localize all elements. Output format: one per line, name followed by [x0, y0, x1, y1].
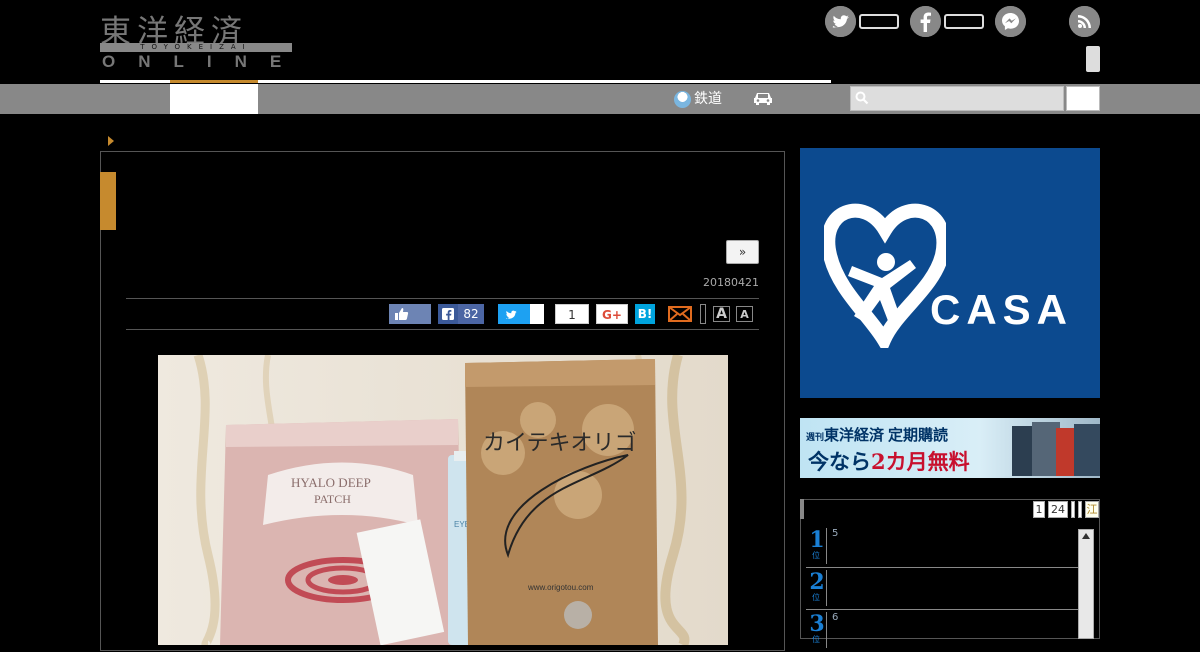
rank-divider: [826, 528, 827, 564]
facebook-follow[interactable]: [910, 6, 990, 38]
ranking-item[interactable]: 2 位: [806, 568, 1078, 610]
rss-link[interactable]: [1069, 6, 1101, 38]
mail-icon: [668, 306, 692, 322]
search-icon: [855, 91, 869, 105]
facebook-share-button[interactable]: 82: [438, 304, 484, 324]
subscription-offer: 今なら2カ月無料: [808, 446, 970, 476]
rank-divider: [826, 570, 827, 606]
rank-divider: [826, 612, 827, 648]
subscription-offer-prefix: 今なら: [808, 449, 871, 474]
messenger-share[interactable]: [995, 6, 1027, 38]
breadcrumb-arrow-icon: [108, 136, 114, 146]
messenger-icon[interactable]: [995, 6, 1026, 37]
rss-icon[interactable]: [1069, 6, 1100, 37]
font-size-small-button[interactable]: A: [736, 306, 753, 322]
article-photo: HYALO DEEP PATCH EYE KIRARI カイテキオリゴ www.…: [158, 355, 728, 645]
google-plus-button[interactable]: G+: [596, 304, 628, 324]
pocket-button[interactable]: 1: [555, 304, 589, 324]
next-page-button[interactable]: »: [726, 240, 759, 264]
magazine-covers: [1012, 422, 1100, 476]
share-bar-top-rule: [126, 298, 759, 299]
rank-text: 5: [832, 528, 839, 539]
ranking-scrollbar[interactable]: [1078, 529, 1094, 639]
twitter-share-button[interactable]: [498, 304, 544, 324]
train-icon: [674, 90, 691, 108]
casa-ad-banner[interactable]: CASA: [800, 148, 1100, 398]
nav-tab-active[interactable]: [170, 84, 258, 114]
product3-url: www.origotou.com: [527, 583, 594, 592]
twitter-count-box: [859, 14, 899, 29]
rank-number: 1: [809, 527, 825, 553]
facebook-count-box: [944, 14, 984, 29]
car-icon[interactable]: [752, 90, 774, 106]
facebook-share-icon: [438, 304, 458, 324]
subscription-suffix: 定期購読: [888, 426, 949, 444]
subscription-headline: 週刊東洋経済 定期購読: [806, 424, 948, 445]
share-bar-bottom-rule: [126, 329, 759, 330]
rank-number: 2: [809, 569, 825, 595]
ranking-tab-last[interactable]: 江: [1085, 501, 1099, 518]
share-extra-button[interactable]: [700, 304, 706, 324]
product1-name: HYALO DEEP: [291, 475, 371, 490]
rank-suffix: 位: [812, 593, 820, 602]
twitter-share-icon: [506, 310, 517, 319]
twitter-share-count-box: [528, 304, 544, 324]
active-tab-accent: [170, 80, 258, 83]
ranking-tab-4[interactable]: [1078, 501, 1082, 518]
logo-romaji: TOYOKEIZAI: [100, 43, 292, 52]
mail-share-button[interactable]: [668, 304, 692, 324]
product1-subname: PATCH: [314, 492, 351, 506]
pocket-count: 1: [568, 308, 576, 322]
hatena-bookmark-button[interactable]: B!: [635, 304, 655, 324]
title-accent-bar: [100, 172, 116, 230]
twitter-icon[interactable]: [825, 6, 856, 37]
rank-suffix: 位: [812, 635, 820, 644]
facebook-share-count: 82: [458, 304, 484, 324]
subscription-prefix: 週刊: [806, 433, 825, 443]
rank-suffix: 位: [812, 551, 820, 560]
thumbs-up-icon: [395, 308, 409, 320]
font-size-large-button[interactable]: A: [713, 306, 730, 322]
twitter-follow[interactable]: [825, 6, 905, 38]
ranking-tabs: 1 24 江: [1033, 501, 1099, 518]
product3-name: カイテキオリゴ: [483, 431, 637, 456]
nav-item-rail[interactable]: 鉄道: [674, 88, 722, 110]
ranking-item[interactable]: 3 位 6: [806, 610, 1078, 652]
facebook-icon[interactable]: [910, 6, 941, 37]
search-button[interactable]: [1066, 86, 1100, 111]
nav-item-rail-label: 鉄道: [694, 91, 722, 107]
article-date: 20180421: [703, 276, 759, 289]
ranking-header-accent: [800, 499, 804, 519]
rank-number: 3: [809, 611, 825, 637]
rank-text: 6: [832, 612, 839, 623]
casa-logo-icon: [824, 203, 946, 348]
header-toggle[interactable]: [1086, 46, 1100, 72]
ranking-tab-1[interactable]: 1: [1033, 501, 1045, 518]
search-input[interactable]: [850, 86, 1064, 111]
subscription-brand: 東洋経済: [824, 426, 885, 444]
like-button[interactable]: [389, 304, 431, 324]
casa-brand: CASA: [930, 286, 1074, 333]
subscription-offer-highlight: 2カ月無料: [871, 449, 970, 474]
subscription-banner[interactable]: 週刊東洋経済 定期購読 今なら2カ月無料: [800, 418, 1100, 478]
logo-online: ONLINE: [102, 52, 305, 71]
scroll-up-icon[interactable]: [1082, 533, 1090, 539]
ranking-item[interactable]: 1 位 5: [806, 526, 1078, 568]
ranking-tab-24[interactable]: 24: [1048, 501, 1068, 518]
ranking-tab-3[interactable]: [1071, 501, 1075, 518]
site-logo[interactable]: 東洋経済 TOYOKEIZAI ONLINE: [100, 6, 292, 72]
